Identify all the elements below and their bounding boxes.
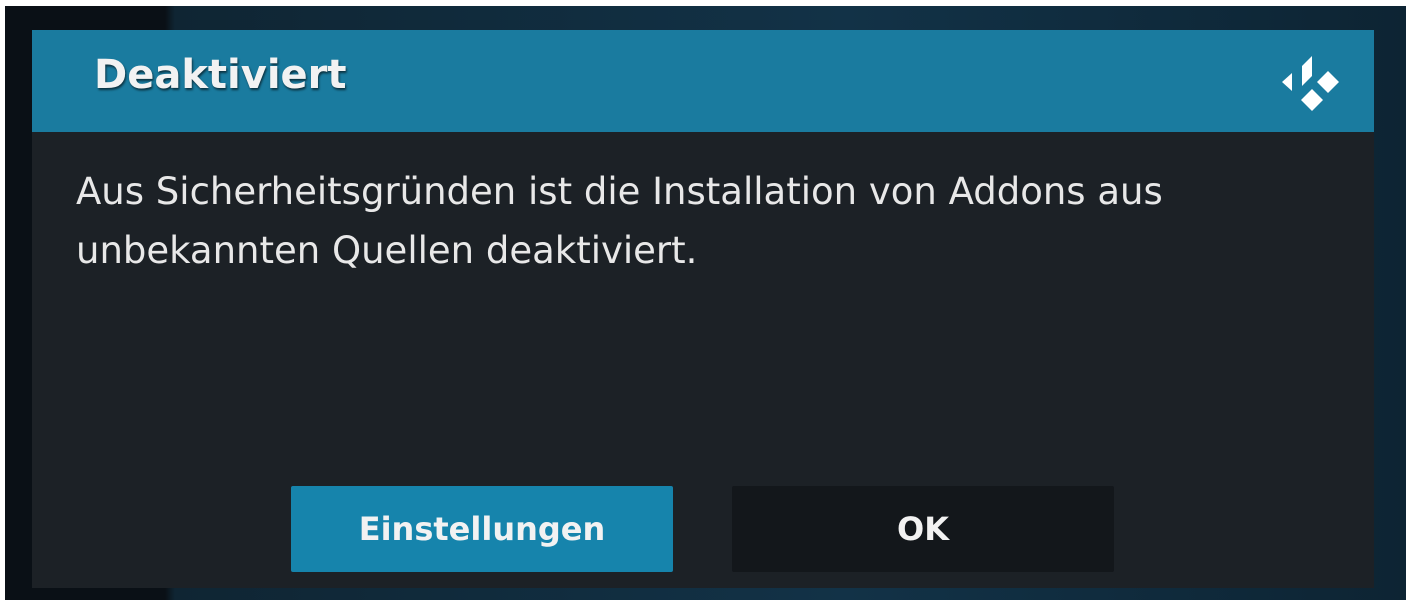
ok-button[interactable]: OK	[732, 486, 1114, 572]
background-frame: Deaktiviert Aus Sicherheitsgründen ist d…	[5, 6, 1406, 600]
dialog-title: Deaktiviert	[94, 52, 347, 98]
settings-button[interactable]: Einstellungen	[291, 486, 673, 572]
dialog-header: Deaktiviert	[32, 30, 1374, 132]
kodi-logo-icon	[1282, 56, 1339, 111]
dialog: Deaktiviert Aus Sicherheitsgründen ist d…	[32, 30, 1374, 588]
dialog-message: Aus Sicherheitsgründen ist die Installat…	[76, 170, 1163, 272]
